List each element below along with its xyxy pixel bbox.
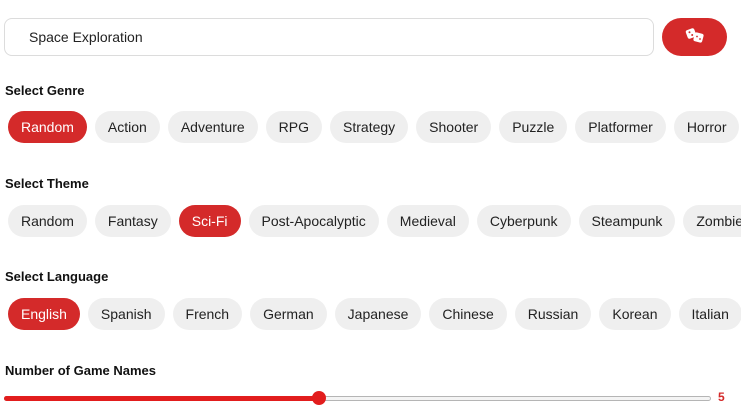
theme-chip-cyberpunk[interactable]: Cyberpunk (476, 205, 571, 237)
slider-thumb[interactable] (312, 391, 326, 405)
theme-chip-random[interactable]: Random (8, 205, 87, 237)
slider-fill (4, 396, 319, 401)
language-chips: English Spanish French German Japanese Chines… (8, 298, 741, 330)
count-value: 5 (718, 390, 725, 404)
count-slider[interactable] (4, 391, 711, 405)
dice-icon (685, 27, 705, 48)
language-chip-italian[interactable]: Italian (678, 298, 741, 330)
game-name-generator: Space Exploration Select Genre Random Act… (0, 0, 741, 412)
language-chip-korean[interactable]: Korean (599, 298, 671, 330)
genre-chips: Random Action Adventure RPG Strategy Shooter P… (8, 111, 741, 143)
count-label: Number of Game Names (5, 363, 156, 378)
language-chip-japanese[interactable]: Japanese (334, 298, 422, 330)
genre-chip-adventure[interactable]: Adventure (167, 111, 258, 143)
search-input[interactable]: Space Exploration (4, 18, 654, 56)
theme-chip-zombie[interactable]: Zombie (683, 205, 741, 237)
genre-label: Select Genre (5, 83, 85, 98)
theme-chip-fantasy[interactable]: Fantasy (94, 205, 171, 237)
genre-chip-shooter[interactable]: Shooter (416, 111, 492, 143)
genre-chip-horror[interactable]: Horror (673, 111, 740, 143)
language-label: Select Language (5, 269, 109, 284)
randomize-button[interactable] (662, 18, 727, 56)
genre-chip-random[interactable]: Random (8, 111, 87, 143)
language-chip-chinese[interactable]: Chinese (429, 298, 507, 330)
genre-chip-platformer[interactable]: Platformer (575, 111, 666, 143)
language-chip-french[interactable]: French (172, 298, 243, 330)
genre-chip-rpg[interactable]: RPG (265, 111, 323, 143)
genre-chip-puzzle[interactable]: Puzzle (499, 111, 568, 143)
language-chip-english[interactable]: English (8, 298, 80, 330)
theme-chip-sci-fi[interactable]: Sci-Fi (178, 205, 241, 237)
search-input-value: Space Exploration (29, 29, 143, 45)
language-chip-spanish[interactable]: Spanish (87, 298, 165, 330)
genre-chip-action[interactable]: Action (94, 111, 160, 143)
theme-chip-steampunk[interactable]: Steampunk (578, 205, 676, 237)
language-chip-russian[interactable]: Russian (514, 298, 592, 330)
search-row: Space Exploration (4, 18, 727, 56)
theme-chips: Random Fantasy Sci-Fi Post-Apocalyptic Medie… (8, 205, 741, 237)
theme-chip-post-apocalyptic[interactable]: Post-Apocalyptic (248, 205, 379, 237)
theme-chip-medieval[interactable]: Medieval (386, 205, 469, 237)
theme-label: Select Theme (5, 176, 89, 191)
genre-chip-strategy[interactable]: Strategy (330, 111, 409, 143)
language-chip-german[interactable]: German (250, 298, 327, 330)
